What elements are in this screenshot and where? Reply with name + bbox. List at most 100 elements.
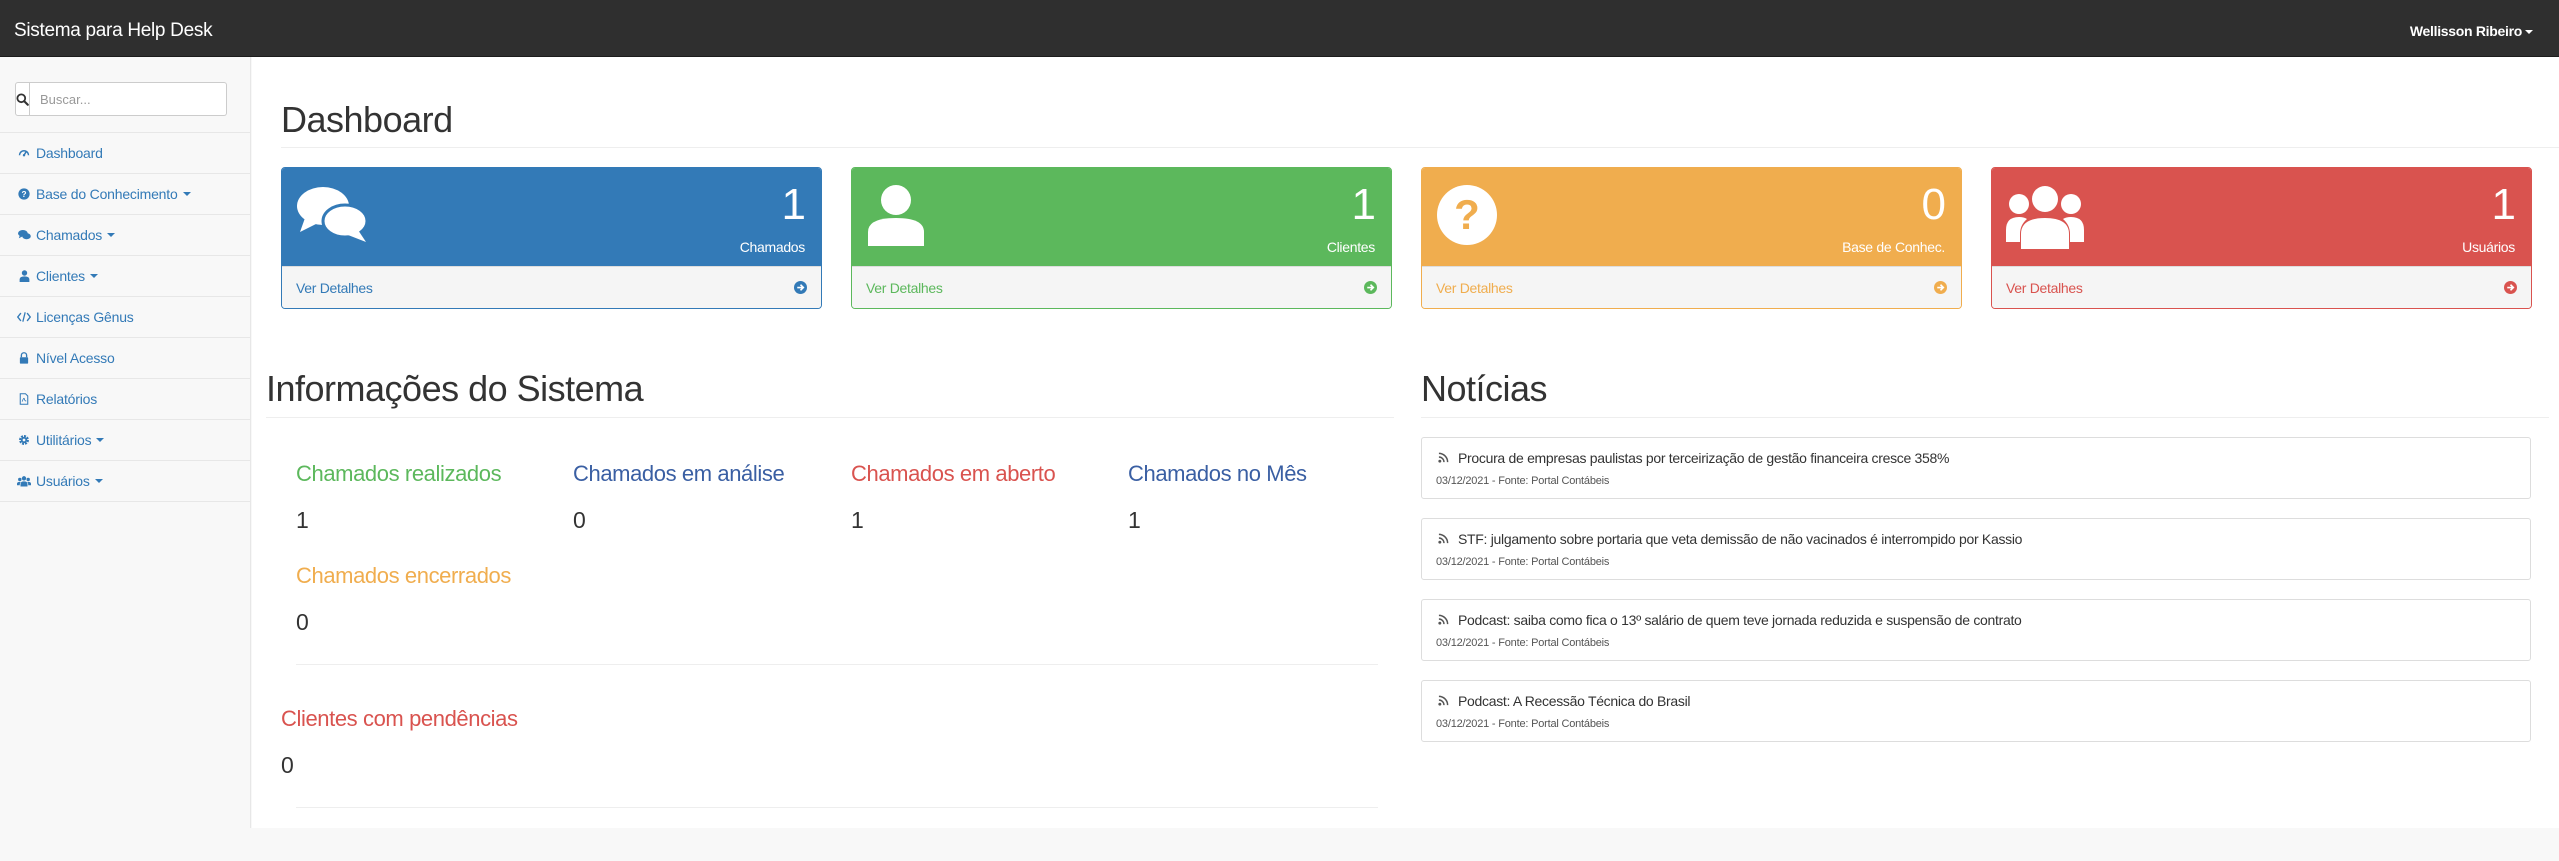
news-title: Podcast: saiba como fica o 13º salário d…	[1458, 612, 2022, 628]
main-content: Dashboard 1 Chamados Ver Detalhes 1 Clie…	[252, 57, 2559, 828]
sidebar-nav: Dashboard ? Base do Conhecimento Chamado…	[0, 132, 250, 502]
panel-link-text: Ver Detalhes	[2006, 280, 2083, 296]
news-meta: 03/12/2021 - Fonte: Portal Contábeis	[1436, 718, 1610, 730]
caret-down-icon	[89, 274, 98, 278]
stat-label-no-mes: Chamados no Mês	[1128, 461, 1307, 486]
news-item[interactable]: Podcast: A Recessão Técnica do Brasil 03…	[1421, 680, 2531, 742]
pending-clients-value: 0	[281, 752, 294, 778]
panel-count: 1	[781, 180, 807, 229]
ver-detalhes-usuarios-link[interactable]: Ver Detalhes	[1992, 266, 2531, 308]
svg-text:?: ?	[1454, 191, 1480, 238]
svg-text:?: ?	[22, 190, 27, 199]
user-name: Wellisson Ribeiro	[2409, 23, 2522, 39]
panel-header: 1 Clientes	[852, 168, 1391, 266]
sidebar-item-label: Utilitários	[36, 432, 92, 448]
title-divider	[281, 147, 2559, 148]
ver-detalhes-chamados-link[interactable]: Ver Detalhes	[282, 266, 821, 308]
stat-value-em-analise: 0	[573, 507, 586, 533]
sidebar: Dashboard ? Base do Conhecimento Chamado…	[0, 57, 251, 828]
stat-value-realizados: 1	[296, 507, 309, 533]
panel-count: 1	[2491, 180, 2517, 229]
sidebar-item-dashboard[interactable]: Dashboard	[0, 133, 250, 174]
caret-down-icon	[2525, 30, 2533, 35]
stats-divider	[296, 664, 1378, 665]
caret-down-icon	[96, 438, 105, 442]
sidebar-item-label: Nível Acesso	[36, 350, 115, 366]
info-title-divider	[266, 417, 1394, 418]
panel-header: 1 Usuários	[1992, 168, 2531, 266]
sidebar-item-utilitarios[interactable]: Utilitários	[0, 420, 250, 461]
panel-base-conhecimento: ? 0 Base de Conhec. Ver Detalhes	[1421, 167, 1962, 309]
stat-value-encerrados: 0	[296, 609, 309, 635]
dashboard-icon	[17, 146, 31, 160]
stat-label-realizados: Chamados realizados	[296, 461, 502, 486]
code-icon	[17, 310, 31, 324]
panel-label: Chamados	[739, 239, 806, 255]
caret-down-icon	[182, 192, 191, 196]
user-icon	[17, 269, 31, 283]
user-icon	[868, 185, 924, 246]
sidebar-item-label: Usuários	[36, 473, 90, 489]
arrow-circle-right-icon	[794, 281, 807, 294]
sidebar-item-base-conhecimento[interactable]: ? Base do Conhecimento	[0, 174, 250, 215]
news-title: Podcast: A Recessão Técnica do Brasil	[1458, 693, 1691, 709]
question-circle-icon: ?	[1437, 185, 1497, 245]
gear-icon	[17, 433, 31, 447]
arrow-circle-right-icon	[1364, 281, 1377, 294]
news-section-title: Notícias	[1421, 368, 1548, 409]
comments-icon	[17, 228, 31, 242]
stat-label-encerrados: Chamados encerrados	[296, 563, 511, 588]
top-navbar: Sistema para Help Desk Wellisson Ribeiro	[0, 0, 2559, 57]
question-circle-icon: ?	[17, 187, 31, 201]
search-input[interactable]	[30, 82, 227, 116]
rss-icon	[1438, 452, 1449, 463]
sidebar-item-label: Licenças Gênus	[36, 309, 134, 325]
stat-label-em-analise: Chamados em análise	[573, 461, 785, 486]
panel-link-text: Ver Detalhes	[866, 280, 943, 296]
users-icon	[17, 474, 31, 488]
panel-link-text: Ver Detalhes	[1436, 280, 1513, 296]
users-icon	[2006, 186, 2084, 250]
search-button[interactable]	[15, 82, 30, 116]
news-title: Procura de empresas paulistas por tercei…	[1458, 450, 1950, 466]
sidebar-item-nivel-acesso[interactable]: Nível Acesso	[0, 338, 250, 379]
brand-title[interactable]: Sistema para Help Desk	[14, 20, 213, 42]
news-item[interactable]: STF: julgamento sobre portaria que veta …	[1421, 518, 2531, 580]
lock-icon	[17, 351, 31, 365]
rss-icon	[1438, 533, 1449, 544]
ver-detalhes-base-link[interactable]: Ver Detalhes	[1422, 266, 1961, 308]
stat-value-no-mes: 1	[1128, 507, 1141, 533]
sidebar-item-usuarios[interactable]: Usuários	[0, 461, 250, 502]
pending-clients-label: Clientes com pendências	[281, 706, 518, 731]
news-item[interactable]: Procura de empresas paulistas por tercei…	[1421, 437, 2531, 499]
stat-label-em-aberto: Chamados em aberto	[851, 461, 1056, 486]
sidebar-item-label: Dashboard	[36, 145, 103, 161]
sidebar-item-relatorios[interactable]: Relatórios	[0, 379, 250, 420]
comments-icon	[297, 187, 369, 242]
sidebar-item-label: Clientes	[36, 268, 85, 284]
file-pdf-icon	[17, 392, 31, 406]
search-icon	[16, 92, 29, 106]
news-title: STF: julgamento sobre portaria que veta …	[1458, 531, 2023, 547]
user-menu[interactable]: Wellisson Ribeiro	[2410, 23, 2533, 39]
panel-label: Base de Conhec.	[1842, 239, 1945, 255]
sidebar-item-clientes[interactable]: Clientes	[0, 256, 250, 297]
panel-link-text: Ver Detalhes	[296, 280, 373, 296]
arrow-circle-right-icon	[1934, 281, 1947, 294]
panel-count: 1	[1351, 180, 1377, 229]
news-title-divider	[1421, 417, 2549, 418]
news-item[interactable]: Podcast: saiba como fica o 13º salário d…	[1421, 599, 2531, 661]
news-meta: 03/12/2021 - Fonte: Portal Contábeis	[1436, 556, 1610, 568]
sidebar-item-label: Chamados	[36, 227, 103, 243]
search-box	[15, 82, 227, 116]
sidebar-item-licencas[interactable]: Licenças Gênus	[0, 297, 250, 338]
ver-detalhes-clientes-link[interactable]: Ver Detalhes	[852, 266, 1391, 308]
pending-divider	[296, 807, 1378, 808]
info-section-title: Informações do Sistema	[266, 368, 644, 409]
rss-icon	[1438, 614, 1449, 625]
sidebar-item-label: Base do Conhecimento	[36, 186, 178, 202]
sidebar-item-chamados[interactable]: Chamados	[0, 215, 250, 256]
news-meta: 03/12/2021 - Fonte: Portal Contábeis	[1436, 475, 1610, 487]
panel-label: Usuários	[2462, 239, 2515, 255]
panel-chamados: 1 Chamados Ver Detalhes	[281, 167, 822, 309]
